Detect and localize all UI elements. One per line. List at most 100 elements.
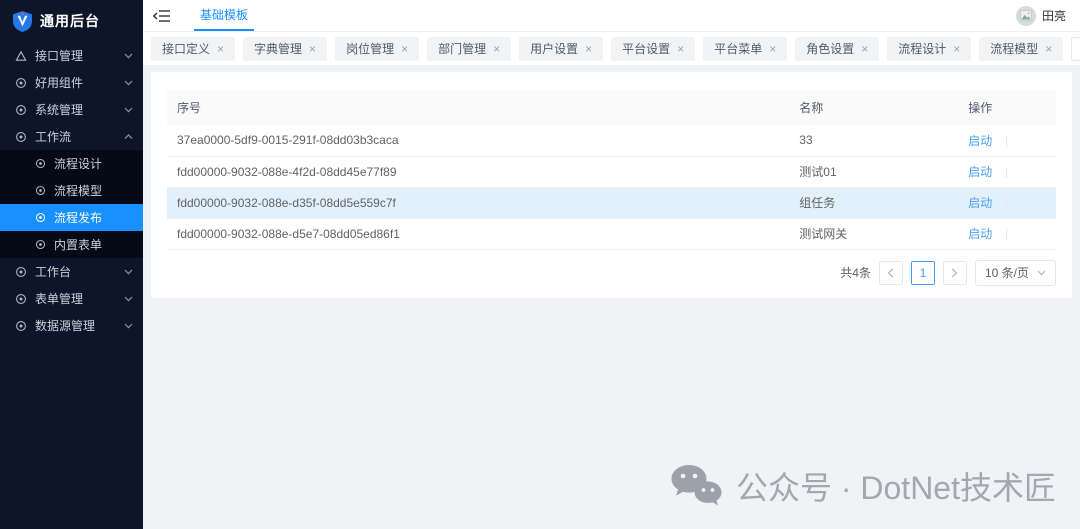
table-row: fdd00000-9032-088e-d5e7-08dd05ed86f1 测试网…: [167, 218, 1056, 249]
api-icon: [15, 50, 27, 62]
tab-role-settings[interactable]: 角色设置×: [795, 37, 879, 61]
row-name: 33: [789, 125, 958, 156]
row-name: 测试01: [789, 156, 958, 187]
start-action-link[interactable]: 启动: [968, 134, 992, 148]
chevron-down-icon: [124, 107, 133, 113]
process-table: 序号 名称 操作 37ea0000-5df9-0015-291f-08dd03b…: [167, 90, 1056, 250]
close-icon[interactable]: ×: [401, 43, 408, 55]
main-area: 基础模板 田亮 接口定义× 字典管理× 岗位管理× 部门管理× 用户设置× 平台…: [143, 0, 1080, 529]
gear-icon: [35, 185, 46, 196]
sidebar-menu: 接口管理 好用组件 系统管理 工作流 流程设计: [0, 42, 143, 529]
app-title: 通用后台: [40, 11, 100, 31]
header-nav-tab-basic-template[interactable]: 基础模板: [194, 0, 254, 31]
tab-dict-mgmt[interactable]: 字典管理×: [243, 37, 327, 61]
gear-icon: [15, 320, 27, 332]
action-divider: [1006, 198, 1007, 209]
row-id: fdd00000-9032-088e-4f2d-08dd45e77f89: [167, 156, 789, 187]
gear-icon: [35, 239, 46, 250]
sidebar-item-process-model[interactable]: 流程模型: [0, 177, 143, 204]
page-size-value: 10 条/页: [985, 264, 1029, 281]
table-row: fdd00000-9032-088e-d35f-08dd5e559c7f 组任务…: [167, 187, 1056, 218]
chevron-down-icon: [124, 296, 133, 302]
close-icon[interactable]: ×: [677, 43, 684, 55]
app-window: 通用后台 接口管理 好用组件 系统管理 工作流: [0, 0, 1080, 529]
gear-icon: [15, 77, 27, 89]
tab-process-model[interactable]: 流程模型×: [979, 37, 1063, 61]
process-publish-card: 序号 名称 操作 37ea0000-5df9-0015-291f-08dd03b…: [151, 72, 1072, 298]
sidebar-item-components[interactable]: 好用组件: [0, 69, 143, 96]
tab-platform-menu[interactable]: 平台菜单×: [703, 37, 787, 61]
column-header-id: 序号: [167, 90, 789, 125]
shield-logo-icon: [13, 11, 32, 32]
close-icon[interactable]: ×: [1045, 43, 1052, 55]
pagination: 共4条 1 10 条/页: [167, 260, 1056, 286]
avatar: [1016, 6, 1036, 26]
start-action-link[interactable]: 启动: [968, 165, 992, 179]
chevron-up-icon: [124, 134, 133, 140]
action-divider: [1006, 136, 1007, 147]
tab-dept-mgmt[interactable]: 部门管理×: [427, 37, 511, 61]
open-tabs-bar: 接口定义× 字典管理× 岗位管理× 部门管理× 用户设置× 平台设置× 平台菜单…: [143, 32, 1080, 65]
sidebar-item-form-mgmt[interactable]: 表单管理: [0, 285, 143, 312]
app-logo: 通用后台: [0, 0, 143, 42]
chevron-down-icon: [124, 323, 133, 329]
row-id: 37ea0000-5df9-0015-291f-08dd03b3caca: [167, 125, 789, 156]
page-size-select[interactable]: 10 条/页: [975, 260, 1056, 286]
row-name: 测试网关: [789, 218, 958, 249]
column-header-actions: 操作: [958, 90, 1056, 125]
prev-page-button[interactable]: [879, 261, 903, 285]
row-id: fdd00000-9032-088e-d5e7-08dd05ed86f1: [167, 218, 789, 249]
tab-api-definition[interactable]: 接口定义×: [151, 37, 235, 61]
sidebar-item-datasource-mgmt[interactable]: 数据源管理: [0, 312, 143, 339]
user-menu[interactable]: 田亮: [1016, 6, 1066, 26]
user-name: 田亮: [1042, 7, 1066, 24]
close-icon[interactable]: ×: [953, 43, 960, 55]
table-row: 37ea0000-5df9-0015-291f-08dd03b3caca 33 …: [167, 125, 1056, 156]
tab-process-design[interactable]: 流程设计×: [887, 37, 971, 61]
sidebar-item-api-mgmt[interactable]: 接口管理: [0, 42, 143, 69]
tab-process-publish[interactable]: 流程发布×: [1071, 37, 1080, 61]
chevron-down-icon: [1037, 270, 1046, 276]
action-divider: [1006, 229, 1007, 240]
gear-icon: [15, 131, 27, 143]
workflow-submenu: 流程设计 流程模型 流程发布 内置表单: [0, 150, 143, 258]
sidebar-item-workflow[interactable]: 工作流: [0, 123, 143, 150]
gear-icon: [15, 266, 27, 278]
row-name: 组任务: [789, 187, 958, 218]
sidebar-item-builtin-form[interactable]: 内置表单: [0, 231, 143, 258]
close-icon[interactable]: ×: [861, 43, 868, 55]
tab-platform-settings[interactable]: 平台设置×: [611, 37, 695, 61]
close-icon[interactable]: ×: [585, 43, 592, 55]
pagination-total: 共4条: [840, 264, 871, 281]
table-header-row: 序号 名称 操作: [167, 90, 1056, 125]
column-header-name: 名称: [789, 90, 958, 125]
menu-fold-icon[interactable]: [153, 9, 170, 23]
sidebar-item-process-design[interactable]: 流程设计: [0, 150, 143, 177]
chevron-down-icon: [124, 53, 133, 59]
gear-icon: [35, 158, 46, 169]
start-action-link[interactable]: 启动: [968, 196, 992, 210]
sidebar-item-system-mgmt[interactable]: 系统管理: [0, 96, 143, 123]
page-content: 序号 名称 操作 37ea0000-5df9-0015-291f-08dd03b…: [143, 65, 1080, 529]
close-icon[interactable]: ×: [769, 43, 776, 55]
tab-post-mgmt[interactable]: 岗位管理×: [335, 37, 419, 61]
chevron-down-icon: [124, 269, 133, 275]
gear-icon: [15, 104, 27, 116]
tab-user-settings[interactable]: 用户设置×: [519, 37, 603, 61]
close-icon[interactable]: ×: [217, 43, 224, 55]
close-icon[interactable]: ×: [493, 43, 500, 55]
gear-icon: [15, 293, 27, 305]
sidebar-item-process-publish[interactable]: 流程发布: [0, 204, 143, 231]
next-page-button[interactable]: [943, 261, 967, 285]
start-action-link[interactable]: 启动: [968, 227, 992, 241]
chevron-down-icon: [124, 80, 133, 86]
close-icon[interactable]: ×: [309, 43, 316, 55]
action-divider: [1006, 167, 1007, 178]
gear-icon: [35, 212, 46, 223]
sidebar-item-workbench[interactable]: 工作台: [0, 258, 143, 285]
top-header: 基础模板 田亮: [143, 0, 1080, 32]
row-id: fdd00000-9032-088e-d35f-08dd5e559c7f: [167, 187, 789, 218]
page-number-button[interactable]: 1: [911, 261, 935, 285]
sidebar: 通用后台 接口管理 好用组件 系统管理 工作流: [0, 0, 143, 529]
table-row: fdd00000-9032-088e-4f2d-08dd45e77f89 测试0…: [167, 156, 1056, 187]
